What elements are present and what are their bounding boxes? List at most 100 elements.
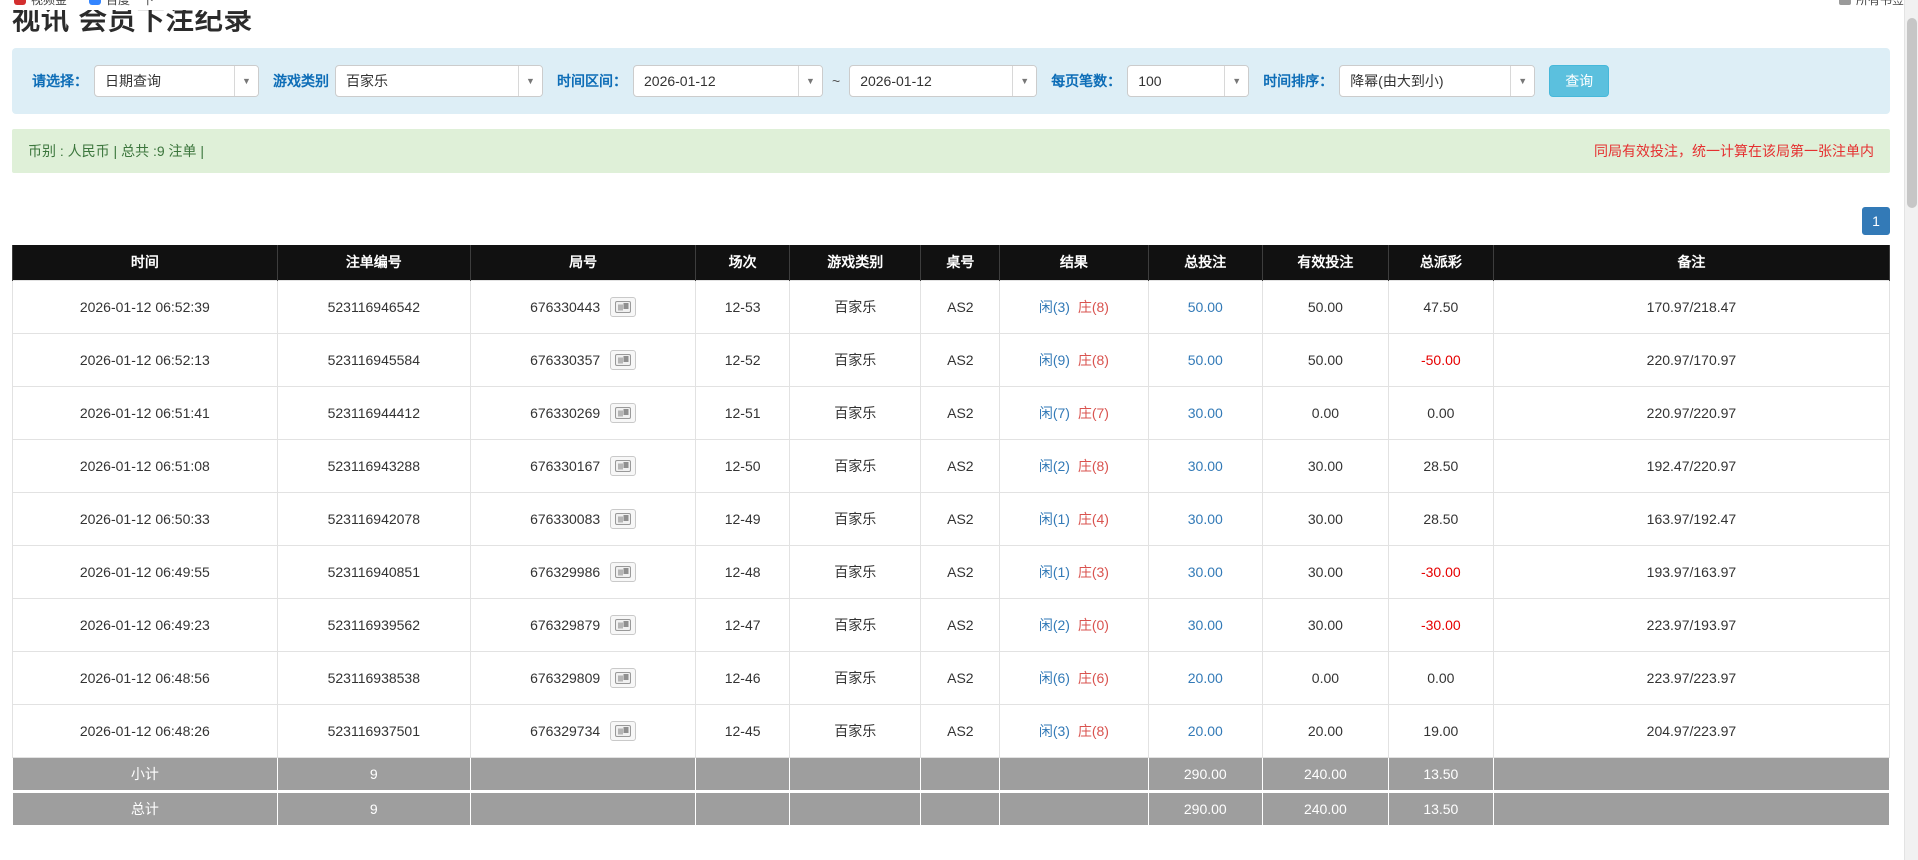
- result-cell: 闲(7) 庄(7): [999, 385, 1149, 440]
- table-no: AS2: [920, 332, 1001, 387]
- payout: 0.00: [1387, 650, 1494, 705]
- page-title: 视讯 会员下注纪录: [12, 10, 253, 35]
- chevron-down-icon: ▼: [1224, 66, 1249, 96]
- round-id: 676330167: [530, 457, 601, 474]
- bookmark-item[interactable]: 视频金: [14, 0, 67, 8]
- total-count: 9: [276, 789, 471, 826]
- result-cell: 闲(3) 庄(8): [999, 279, 1149, 334]
- total-bet-link[interactable]: 20.00: [1147, 703, 1264, 758]
- currency-total-text: 币别 : 人民币 | 总共 :9 注单 |: [28, 143, 205, 159]
- header-total-bet: 总投注: [1147, 245, 1264, 280]
- header-bet-id: 注单编号: [276, 245, 471, 280]
- session-no: 12-52: [695, 332, 791, 387]
- scrollbar-thumb[interactable]: [1907, 18, 1917, 208]
- round-cell: 676330167: [469, 438, 697, 493]
- total-bet-link[interactable]: 50.00: [1147, 279, 1264, 334]
- total-bet-link[interactable]: 30.00: [1147, 385, 1264, 440]
- bet-id: 523116944412: [276, 385, 471, 440]
- header-game-type: 游戏类别: [789, 245, 922, 280]
- game-detail-icon[interactable]: [610, 455, 637, 476]
- bookmarks-panel-icon: [1838, 0, 1851, 5]
- query-type-select[interactable]: 日期查询 ▼: [94, 65, 259, 97]
- window-scrollbar[interactable]: [1904, 0, 1918, 860]
- banker-result: 庄(8): [1077, 457, 1109, 474]
- game-type: 百家乐: [789, 438, 922, 493]
- payout: 47.50: [1387, 279, 1494, 334]
- payout: -50.00: [1387, 332, 1494, 387]
- game-type: 百家乐: [789, 650, 922, 705]
- round-id: 676329986: [530, 563, 601, 580]
- bet-time: 2026-01-12 06:49:23: [12, 597, 278, 652]
- note: 223.97/193.97: [1492, 597, 1891, 652]
- total-valid-bet: 240.00: [1262, 789, 1389, 826]
- chevron-down-icon: ▼: [518, 66, 542, 96]
- round-id: 676330357: [530, 351, 601, 368]
- bet-time: 2026-01-12 06:49:55: [12, 544, 278, 599]
- game-type-select[interactable]: 百家乐 ▼: [335, 65, 543, 97]
- player-result: 闲(7): [1038, 404, 1070, 421]
- session-no: 12-51: [695, 385, 791, 440]
- query-type-label: 请选择：: [32, 73, 88, 89]
- note: 163.97/192.47: [1492, 491, 1891, 546]
- table-no: AS2: [920, 544, 1001, 599]
- page-title-wrap: 视讯 会员下注纪录: [12, 10, 1890, 36]
- sort-order-value: 降幂(由大到小): [1350, 73, 1444, 89]
- game-detail-icon[interactable]: [610, 349, 637, 370]
- session-no: 12-46: [695, 650, 791, 705]
- round-id: 676329809: [530, 669, 601, 686]
- round-cell: 676330357: [469, 332, 697, 387]
- game-detail-icon[interactable]: [610, 667, 637, 688]
- bookmark-item[interactable]: 百度一下: [89, 0, 154, 8]
- game-type: 百家乐: [789, 385, 922, 440]
- game-detail-icon[interactable]: [610, 296, 637, 317]
- header-round-id: 局号: [469, 245, 697, 280]
- total-label: 总计: [12, 789, 278, 826]
- time-range-label: 时间区间：: [557, 73, 627, 89]
- game-detail-icon[interactable]: [610, 561, 637, 582]
- date-to-input[interactable]: 2026-01-12 ▼: [849, 65, 1038, 97]
- player-result: 闲(2): [1038, 457, 1070, 474]
- date-from-input[interactable]: 2026-01-12 ▼: [633, 65, 823, 97]
- round-id: 676330083: [530, 510, 601, 527]
- total-bet-link[interactable]: 50.00: [1147, 332, 1264, 387]
- game-type: 百家乐: [789, 597, 922, 652]
- total-bet-link[interactable]: 30.00: [1147, 438, 1264, 493]
- total-bet-link[interactable]: 30.00: [1147, 597, 1264, 652]
- total-bet-link[interactable]: 30.00: [1147, 491, 1264, 546]
- payout: 0.00: [1387, 385, 1494, 440]
- player-result: 闲(9): [1038, 351, 1070, 368]
- round-id: 676330443: [530, 298, 601, 315]
- valid-bet-notice: 同局有效投注，统一计算在该局第一张注单内: [1594, 143, 1874, 159]
- game-detail-icon[interactable]: [610, 508, 637, 529]
- total-bet-link[interactable]: 30.00: [1147, 544, 1264, 599]
- summary-bar: 币别 : 人民币 | 总共 :9 注单 | 同局有效投注，统一计算在该局第一张注…: [12, 129, 1890, 173]
- valid-bet: 0.00: [1262, 385, 1389, 440]
- game-type-value: 百家乐: [346, 73, 388, 89]
- table-no: AS2: [920, 438, 1001, 493]
- chevron-down-icon: ▼: [798, 66, 822, 96]
- bet-time: 2026-01-12 06:51:08: [12, 438, 278, 493]
- all-bookmarks-button[interactable]: 所有书签: [1838, 0, 1904, 8]
- search-button[interactable]: 查询: [1549, 65, 1610, 97]
- total-bet-link[interactable]: 20.00: [1147, 650, 1264, 705]
- round-cell: 676329809: [469, 650, 697, 705]
- round-cell: 676329986: [469, 544, 697, 599]
- page-button-1[interactable]: 1: [1862, 207, 1890, 235]
- bet-id: 523116946542: [276, 279, 471, 334]
- game-detail-icon[interactable]: [610, 614, 637, 635]
- game-detail-icon[interactable]: [610, 402, 637, 423]
- page-size-select[interactable]: 100 ▼: [1127, 65, 1250, 97]
- round-id: 676330269: [530, 404, 601, 421]
- table-row: 2026-01-12 06:52:13 523116945584 6763303…: [12, 332, 1891, 387]
- table-no: AS2: [920, 491, 1001, 546]
- session-no: 12-48: [695, 544, 791, 599]
- session-no: 12-53: [695, 279, 791, 334]
- bet-id: 523116939562: [276, 597, 471, 652]
- note: 170.97/218.47: [1492, 279, 1891, 334]
- header-valid-bet: 有效投注: [1262, 245, 1389, 280]
- banker-result: 庄(8): [1077, 722, 1109, 739]
- sort-order-select[interactable]: 降幂(由大到小) ▼: [1339, 65, 1536, 97]
- game-detail-icon[interactable]: [610, 720, 637, 741]
- table-no: AS2: [920, 650, 1001, 705]
- table-row: 2026-01-12 06:52:39 523116946542 6763304…: [12, 279, 1891, 334]
